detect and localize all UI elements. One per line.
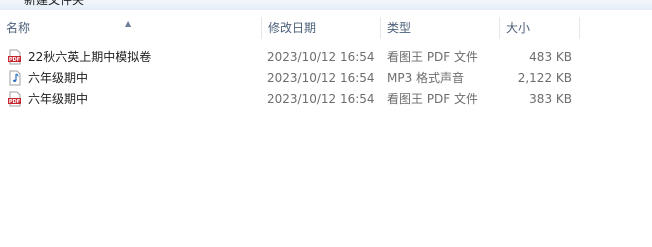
column-type-label: 类型	[387, 21, 412, 35]
file-name: 六年级期中	[28, 71, 89, 85]
svg-text:PDF: PDF	[9, 99, 20, 105]
column-header-size[interactable]: 大小	[500, 17, 580, 39]
column-name-label: 名称	[6, 21, 31, 35]
file-type: MP3 格式声音	[387, 71, 465, 85]
sort-ascending-icon: ▲	[125, 19, 132, 28]
file-type: 看图王 PDF 文件	[387, 92, 479, 106]
pdf-file-icon: PDF	[8, 49, 21, 65]
pdf-file-icon: PDF	[8, 91, 21, 107]
file-date: 2023/10/12 16:54	[267, 92, 375, 106]
new-folder-button[interactable]: 新建文件夹	[24, 0, 84, 8]
file-size: 483 KB	[529, 50, 572, 64]
file-date: 2023/10/12 16:54	[267, 50, 375, 64]
svg-text:PDF: PDF	[9, 57, 20, 63]
column-date-label: 修改日期	[268, 21, 317, 35]
file-name: 六年级期中	[28, 92, 89, 106]
file-type: 看图王 PDF 文件	[387, 50, 479, 64]
file-row[interactable]: PDF 22秋六英上期中模拟卷 2023/10/12 16:54 看图王 PDF…	[0, 47, 652, 68]
audio-file-icon	[9, 70, 21, 86]
column-header-name[interactable]: 名称 ▲	[0, 17, 262, 39]
column-header-date[interactable]: 修改日期	[262, 17, 381, 39]
column-header-type[interactable]: 类型	[381, 17, 500, 39]
file-list: PDF 22秋六英上期中模拟卷 2023/10/12 16:54 看图王 PDF…	[0, 47, 652, 110]
column-size-label: 大小	[506, 21, 531, 35]
command-bar: 新建文件夹	[0, 0, 652, 10]
file-size: 383 KB	[529, 92, 572, 106]
column-header: 名称 ▲ 修改日期 类型 大小	[0, 17, 652, 39]
file-size: 2,122 KB	[517, 71, 572, 85]
file-row[interactable]: 六年级期中 2023/10/12 16:54 MP3 格式声音 2,122 KB	[0, 68, 652, 89]
file-row[interactable]: PDF 六年级期中 2023/10/12 16:54 看图王 PDF 文件 38…	[0, 89, 652, 110]
file-name: 22秋六英上期中模拟卷	[28, 50, 152, 64]
file-date: 2023/10/12 16:54	[267, 71, 375, 85]
